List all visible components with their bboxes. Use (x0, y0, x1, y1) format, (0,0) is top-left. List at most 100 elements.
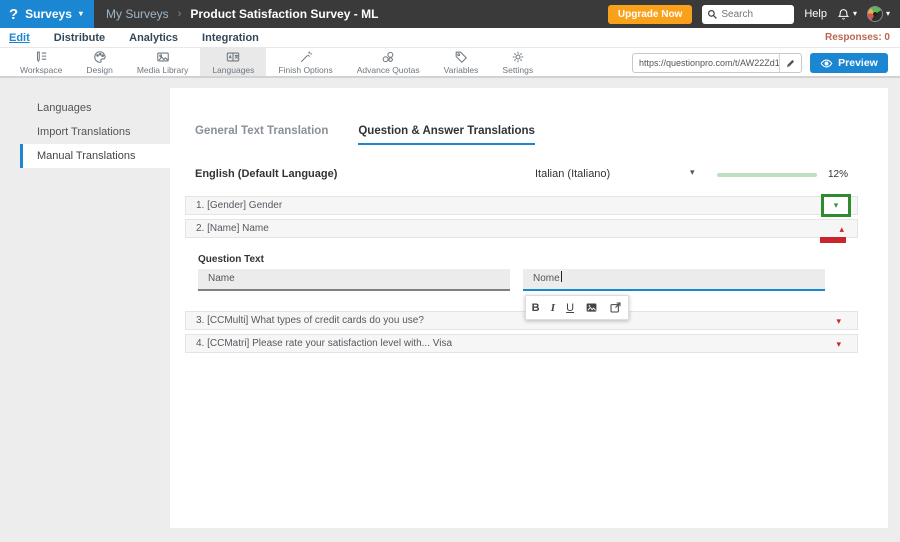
tool-label: Advance Quotas (356, 64, 420, 75)
sidebar-item-import-translations[interactable]: Import Translations (20, 120, 170, 144)
translation-text-field[interactable]: Nome (523, 269, 825, 291)
eye-icon (820, 59, 833, 67)
question-label: 4. [CCMatri] Please rate your satisfacti… (196, 338, 453, 349)
workspace-icon (37, 51, 47, 62)
target-language-select[interactable]: Italian (Italiano) (535, 168, 610, 180)
translation-progress-percent: 12% (828, 169, 849, 180)
survey-url[interactable]: https://questionpro.com/t/AW22Zd1S1 (633, 58, 779, 68)
sidebar-item-languages[interactable]: Languages (20, 96, 170, 120)
chevron-down-icon (886, 10, 890, 18)
tab-question-answer-translations[interactable]: Question & Answer Translations (358, 125, 535, 145)
question-list: 1. [Gender] Gender 2. [Name] Name Questi… (185, 194, 858, 357)
manual-translations-panel: General Text Translation Question & Answ… (170, 88, 888, 528)
breadcrumb: My Surveys › Product Satisfaction Survey… (106, 7, 378, 21)
question-row-ccmatri[interactable]: 4. [CCMatri] Please rate your satisfacti… (185, 334, 858, 353)
translation-progress-bar (717, 173, 817, 177)
product-switcher-surveys[interactable]: ? Surveys (0, 0, 94, 28)
sidebar-item-manual-translations[interactable]: Manual Translations (20, 144, 170, 168)
bold-button[interactable]: B (532, 302, 540, 314)
product-menu-label: Surveys (25, 7, 72, 21)
tool-label: Settings (502, 64, 534, 75)
nav-item-distribute[interactable]: Distribute (54, 32, 105, 44)
search-icon (708, 9, 718, 19)
underline-button[interactable]: U (566, 302, 574, 314)
question-translation-editor: Question Text Name Nome B I U (185, 242, 858, 320)
question-label: 2. [Name] Name (196, 223, 269, 234)
question-label: 3. [CCMulti] What types of credit cards … (196, 315, 424, 326)
breadcrumb-current-survey: Product Satisfaction Survey - ML (190, 7, 379, 21)
translations-sidebar: Languages Import Translations Manual Tra… (20, 96, 170, 168)
top-bar: ? Surveys My Surveys › Product Satisfact… (0, 0, 900, 28)
global-search[interactable] (702, 4, 795, 24)
language-selection-row: English (Default Language) Italian (Ital… (195, 165, 858, 185)
nav-item-analytics[interactable]: Analytics (129, 32, 178, 44)
design-palette-icon (93, 50, 106, 63)
questionpro-logo-icon: ? (9, 5, 19, 23)
highlight-box (821, 194, 851, 217)
tool-media-library[interactable]: Media Library (125, 48, 201, 76)
expand-caret-down-icon[interactable] (836, 313, 841, 330)
media-library-icon (156, 52, 169, 61)
variables-tag-icon (455, 51, 468, 63)
question-row-gender[interactable]: 1. [Gender] Gender (185, 194, 858, 217)
translation-text-value: Nome (533, 273, 560, 284)
notifications-menu[interactable] (837, 8, 857, 21)
source-text-field: Name (198, 269, 510, 291)
tool-label: Variables (443, 64, 479, 75)
preview-label: Preview (838, 57, 878, 69)
edit-url-button[interactable] (779, 54, 801, 72)
topbar-actions: Upgrade Now Help (607, 4, 900, 24)
finish-options-wand-icon (300, 51, 312, 62)
default-language-label: English (Default Language) (195, 168, 338, 180)
nav-item-integration[interactable]: Integration (202, 32, 259, 44)
tool-settings[interactable]: Settings (490, 48, 545, 76)
search-input[interactable] (721, 8, 786, 20)
chevron-down-icon (853, 10, 857, 18)
responses-count[interactable]: Responses: 0 (825, 32, 900, 43)
tool-label: Workspace (20, 64, 63, 75)
expand-caret-down-icon[interactable] (834, 201, 839, 210)
collapse-caret-up-icon[interactable] (839, 221, 844, 238)
help-link[interactable]: Help (804, 8, 827, 20)
advance-quotas-chain-icon (382, 51, 394, 62)
tool-finish-options[interactable]: Finish Options (266, 48, 344, 76)
red-highlight-bar (820, 237, 846, 243)
tab-general-text-translation[interactable]: General Text Translation (195, 125, 328, 145)
questionpro-app-window: ? Surveys My Surveys › Product Satisfact… (0, 0, 900, 542)
tool-label: Finish Options (278, 64, 333, 75)
expand-caret-down-icon[interactable] (836, 336, 841, 353)
tool-workspace[interactable]: Workspace (8, 48, 74, 76)
nav-item-edit[interactable]: Edit (9, 32, 30, 44)
insert-image-button[interactable] (585, 301, 598, 314)
pencil-icon (787, 59, 795, 67)
survey-url-box: https://questionpro.com/t/AW22Zd1S1 (632, 53, 802, 73)
bell-icon (837, 8, 850, 20)
avatar (866, 6, 883, 22)
account-menu[interactable] (866, 6, 890, 22)
preview-button[interactable]: Preview (810, 53, 888, 73)
question-row-name[interactable]: 2. [Name] Name (185, 219, 858, 243)
chevron-down-icon (79, 10, 83, 18)
tool-label: Design (86, 64, 113, 75)
source-text-value: Name (208, 273, 235, 284)
tool-design[interactable]: Design (74, 48, 124, 76)
tool-variables[interactable]: Variables (432, 48, 491, 76)
upgrade-now-button[interactable]: Upgrade Now (607, 4, 693, 24)
tool-label: Media Library (136, 64, 189, 75)
italic-button[interactable]: I (551, 302, 555, 314)
languages-icon (227, 52, 240, 61)
settings-gear-icon (512, 51, 524, 62)
tool-languages[interactable]: Languages (200, 48, 267, 76)
question-row-ccmulti[interactable]: 3. [CCMulti] What types of credit cards … (185, 311, 858, 330)
text-cursor (560, 271, 562, 282)
format-toolbar: B I U (525, 295, 629, 320)
tool-advance-quotas[interactable]: Advance Quotas (345, 48, 432, 76)
target-language-caret-icon[interactable] (690, 168, 695, 177)
question-text-label: Question Text (198, 254, 264, 265)
breadcrumb-separator: › (177, 8, 182, 20)
breadcrumb-my-surveys[interactable]: My Surveys (106, 7, 169, 21)
question-label: 1. [Gender] Gender (196, 200, 283, 211)
open-link-button[interactable] (609, 301, 622, 314)
primary-nav: Edit Distribute Analytics Integration Re… (0, 28, 900, 48)
tool-label: Languages (212, 64, 255, 75)
